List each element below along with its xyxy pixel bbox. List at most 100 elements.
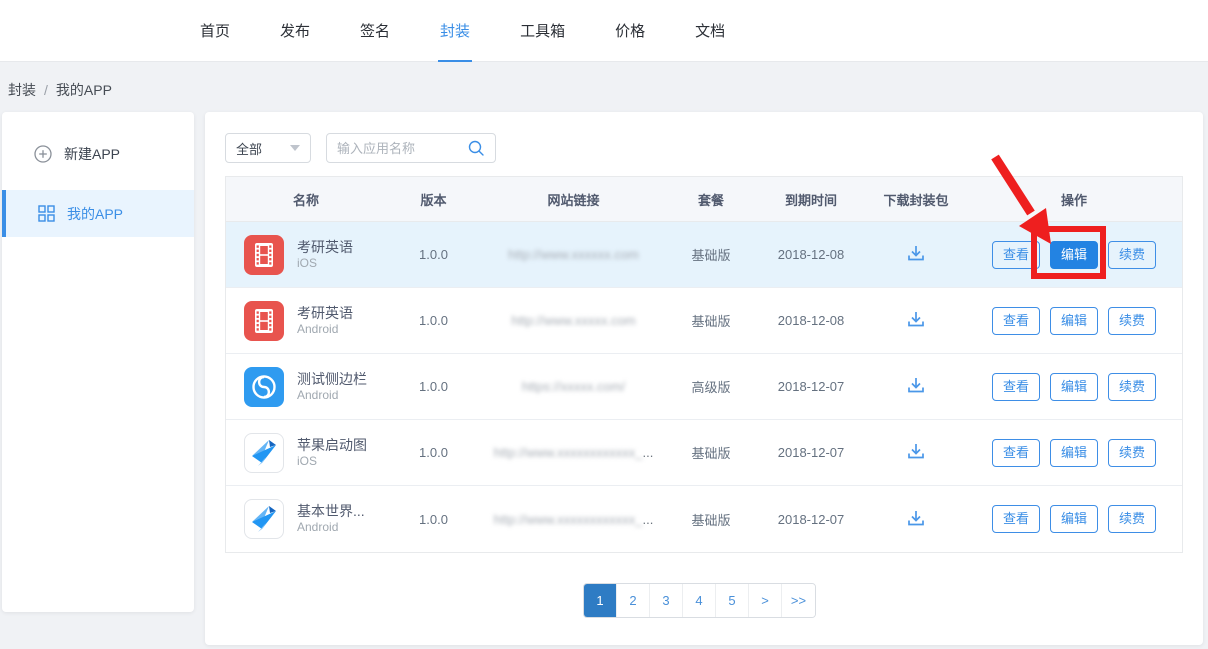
search-input[interactable] xyxy=(337,141,467,156)
page-button-3[interactable]: 3 xyxy=(650,584,683,617)
plan-badge: 基础版 xyxy=(666,311,756,330)
view-button[interactable]: 查看 xyxy=(992,505,1040,533)
film-app-icon xyxy=(244,235,284,275)
nav-item-toolbox[interactable]: 工具箱 xyxy=(518,0,567,62)
view-button[interactable]: 查看 xyxy=(992,241,1040,269)
edit-button[interactable]: 编辑 xyxy=(1050,307,1098,335)
website-link-masked: http://www.xxxxxxxxxxxx_ xyxy=(494,445,643,460)
page-button-5[interactable]: 5 xyxy=(716,584,749,617)
main-panel: 全部 名称 版本 网站链接 套餐 到期时间 下载封装包 操作 xyxy=(205,112,1203,645)
sidebar: 新建APP 我的APP xyxy=(2,112,194,612)
sidebar-item-new-app[interactable]: 新建APP xyxy=(2,134,194,174)
website-link-masked: https://xxxxx.com/ xyxy=(522,379,625,394)
col-header-actions: 操作 xyxy=(966,190,1182,209)
col-header-version: 版本 xyxy=(386,190,481,209)
search-icon[interactable] xyxy=(467,139,485,157)
renew-button[interactable]: 续费 xyxy=(1108,241,1156,269)
sidebar-item-my-app[interactable]: 我的APP xyxy=(2,190,194,237)
app-name: 基本世界... xyxy=(297,502,365,520)
table-header-row: 名称 版本 网站链接 套餐 到期时间 下载封装包 操作 xyxy=(226,177,1182,222)
page-button-1[interactable]: 1 xyxy=(584,584,617,617)
website-link-masked: http://www.xxxxx.com xyxy=(511,313,635,328)
edit-button[interactable]: 编辑 xyxy=(1050,505,1098,533)
renew-button[interactable]: 续费 xyxy=(1108,373,1156,401)
col-header-website: 网站链接 xyxy=(481,190,666,209)
website-link-masked: http://www.xxxxxx.com xyxy=(508,247,639,262)
pagination: 1 2 3 4 5 > >> xyxy=(583,583,816,618)
app-name: 考研英语 xyxy=(297,304,353,322)
table-row: 测试侧边栏 Android 1.0.0 https://xxxxx.com/ 高… xyxy=(226,354,1182,420)
breadcrumb-my-app: 我的APP xyxy=(56,80,112,100)
plan-badge: 基础版 xyxy=(666,443,756,462)
edit-button[interactable]: 编辑 xyxy=(1050,241,1098,269)
download-icon[interactable] xyxy=(905,440,927,462)
plan-badge: 高级版 xyxy=(666,377,756,396)
expire-date: 2018-12-07 xyxy=(756,512,866,527)
page-button-2[interactable]: 2 xyxy=(617,584,650,617)
renew-button[interactable]: 续费 xyxy=(1108,439,1156,467)
table-row: 基本世界... Android 1.0.0 http://www.xxxxxxx… xyxy=(226,486,1182,552)
download-icon[interactable] xyxy=(905,242,927,264)
plus-circle-icon xyxy=(34,145,52,163)
page-button-4[interactable]: 4 xyxy=(683,584,716,617)
sidebar-item-label: 新建APP xyxy=(64,144,120,164)
col-header-download: 下载封装包 xyxy=(866,190,966,209)
table-row: 考研英语 Android 1.0.0 http://www.xxxxx.com … xyxy=(226,288,1182,354)
app-version: 1.0.0 xyxy=(386,445,481,460)
expire-date: 2018-12-08 xyxy=(756,313,866,328)
app-platform: Android xyxy=(297,520,365,536)
grid-icon xyxy=(38,205,55,222)
sidebar-item-label: 我的APP xyxy=(67,204,123,224)
nav-item-package[interactable]: 封装 xyxy=(438,0,472,62)
view-button[interactable]: 查看 xyxy=(992,439,1040,467)
category-selected-value: 全部 xyxy=(236,139,262,158)
renew-button[interactable]: 续费 xyxy=(1108,505,1156,533)
edit-button[interactable]: 编辑 xyxy=(1050,439,1098,467)
download-icon[interactable] xyxy=(905,507,927,529)
app-platform: Android xyxy=(297,388,367,404)
app-name: 考研英语 xyxy=(297,238,353,256)
download-icon[interactable] xyxy=(905,374,927,396)
app-platform: Android xyxy=(297,322,353,338)
table-row: 苹果启动图 iOS 1.0.0 http://www.xxxxxxxxxxxx_… xyxy=(226,420,1182,486)
col-header-plan: 套餐 xyxy=(666,190,756,209)
view-button[interactable]: 查看 xyxy=(992,373,1040,401)
app-name: 测试侧边栏 xyxy=(297,370,367,388)
expire-date: 2018-12-07 xyxy=(756,379,866,394)
filter-bar: 全部 xyxy=(225,133,496,163)
chevron-down-icon xyxy=(290,145,300,151)
app-version: 1.0.0 xyxy=(386,512,481,527)
page: 首页 发布 签名 封装 工具箱 价格 文档 封装 / 我的APP 新建APP xyxy=(0,0,1208,649)
nav-item-pricing[interactable]: 价格 xyxy=(613,0,647,62)
next-page-button[interactable]: > xyxy=(749,584,782,617)
website-link-masked: http://www.xxxxxxxxxxxx_ xyxy=(494,512,643,527)
plan-badge: 基础版 xyxy=(666,510,756,529)
nav-item-publish[interactable]: 发布 xyxy=(278,0,312,62)
renew-button[interactable]: 续费 xyxy=(1108,307,1156,335)
origami-bird-app-icon xyxy=(244,499,284,539)
download-icon[interactable] xyxy=(905,308,927,330)
expire-date: 2018-12-07 xyxy=(756,445,866,460)
view-button[interactable]: 查看 xyxy=(992,307,1040,335)
nav-item-home[interactable]: 首页 xyxy=(198,0,232,62)
nav-item-docs[interactable]: 文档 xyxy=(693,0,727,62)
origami-bird-app-icon xyxy=(244,433,284,473)
app-version: 1.0.0 xyxy=(386,247,481,262)
edit-button[interactable]: 编辑 xyxy=(1050,373,1098,401)
film-app-icon xyxy=(244,301,284,341)
breadcrumb-package[interactable]: 封装 xyxy=(8,80,36,100)
top-navigation: 首页 发布 签名 封装 工具箱 价格 文档 xyxy=(0,0,1208,62)
nav-item-sign[interactable]: 签名 xyxy=(358,0,392,62)
col-header-expire: 到期时间 xyxy=(756,190,866,209)
app-name-search[interactable] xyxy=(326,133,496,163)
app-table: 名称 版本 网站链接 套餐 到期时间 下载封装包 操作 xyxy=(225,176,1183,553)
plan-badge: 基础版 xyxy=(666,245,756,264)
app-platform: iOS xyxy=(297,454,367,470)
last-page-button[interactable]: >> xyxy=(782,584,815,617)
category-select[interactable]: 全部 xyxy=(225,133,311,163)
app-version: 1.0.0 xyxy=(386,313,481,328)
sidebar-swirl-app-icon xyxy=(244,367,284,407)
expire-date: 2018-12-08 xyxy=(756,247,866,262)
breadcrumb-separator: / xyxy=(44,82,48,98)
breadcrumb: 封装 / 我的APP xyxy=(8,80,112,100)
